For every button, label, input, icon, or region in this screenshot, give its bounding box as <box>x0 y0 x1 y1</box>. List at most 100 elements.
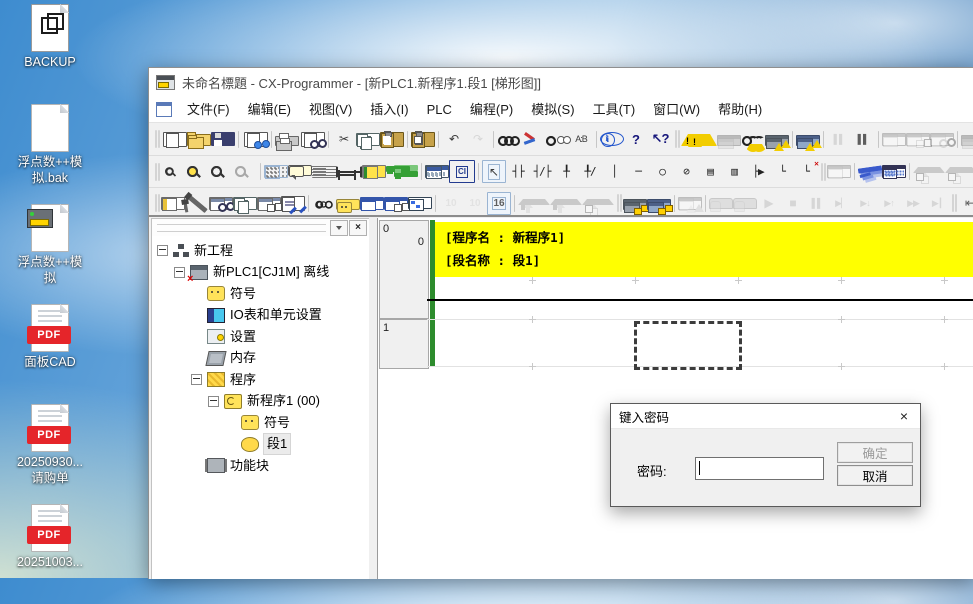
view-window-3-icon[interactable] <box>930 133 954 146</box>
menu-item[interactable]: PLC <box>418 97 461 122</box>
io-multipoint-icon[interactable] <box>408 197 432 209</box>
properties-icon[interactable] <box>281 196 305 211</box>
instruction-icon[interactable]: ▤ <box>698 160 722 183</box>
menu-item[interactable]: 文件(F) <box>178 97 239 122</box>
mnemonics-view-icon[interactable] <box>386 166 410 172</box>
cut-icon[interactable]: ✂ <box>332 128 356 151</box>
stop-icon[interactable]: ■ <box>781 192 805 215</box>
rung-annotation-icon[interactable] <box>312 165 336 178</box>
tree-item-programs[interactable]: 程序 <box>152 369 369 391</box>
tree-item-new-plc1[interactable]: 新PLC1[CJ1M] 离线 <box>152 262 369 284</box>
print-icon[interactable] <box>275 136 299 146</box>
pause-at-start-icon[interactable] <box>709 198 733 209</box>
menu-item[interactable]: 窗口(W) <box>644 97 709 122</box>
tree-item-settings[interactable]: 设置 <box>152 326 369 348</box>
build-icon[interactable] <box>186 193 208 212</box>
view-window-2-icon[interactable] <box>906 133 930 146</box>
find-icon[interactable] <box>497 132 521 147</box>
sim-window-icon[interactable] <box>678 197 702 210</box>
paste-icon[interactable] <box>380 132 404 147</box>
cancel-button[interactable]: 取消 <box>837 465 913 486</box>
ladder-column-icon[interactable] <box>362 165 386 178</box>
zoom-fit-icon[interactable] <box>233 164 257 179</box>
redo-icon[interactable]: ↷ <box>466 128 490 151</box>
panel-menu-button[interactable] <box>330 220 348 236</box>
pause-icon[interactable]: ▌▌ <box>851 128 875 151</box>
contact-no-icon[interactable]: ┤├ <box>506 160 530 183</box>
view-window-1-icon[interactable] <box>882 133 906 146</box>
panel-close-button[interactable]: × <box>349 220 367 236</box>
rung-comment-block[interactable]: [程序名 : 新程序1] [段名称 : 段1] <box>435 222 973 277</box>
run-icon[interactable]: ▶ <box>757 192 781 215</box>
plc-error-icon[interactable] <box>765 135 789 146</box>
step-run-icon[interactable]: ▶▏ <box>829 192 853 215</box>
horizontal-line-icon[interactable]: ─ <box>626 160 650 183</box>
desktop-icon-20251003[interactable]: PDF 20251003... <box>4 504 96 604</box>
select-mode-icon[interactable]: ↖ <box>482 160 506 183</box>
tree-item-io-table[interactable]: IO表和单元设置 <box>152 305 369 327</box>
step-into-icon[interactable]: ▶↓ <box>853 192 877 215</box>
pause-sim-icon[interactable]: ▌▌ <box>805 192 829 215</box>
close-icon[interactable]: × <box>896 409 912 423</box>
open-file-icon[interactable] <box>187 134 211 146</box>
ok-button[interactable]: 确定 <box>837 442 913 463</box>
compile-program-icon[interactable] <box>244 132 268 147</box>
tree-item-function-blocks[interactable]: 功能块 <box>152 455 369 477</box>
send-changes-icon[interactable] <box>858 165 882 173</box>
tree-item-new-program1[interactable]: 新程序1 (00) <box>152 391 369 413</box>
transfer-symbol-2-icon[interactable] <box>945 166 973 173</box>
validate-error-icon[interactable] <box>681 133 717 146</box>
rung-1-margin[interactable]: 1 <box>379 319 429 369</box>
menu-item[interactable]: 编程(P) <box>461 97 522 122</box>
online-edit-icon[interactable] <box>827 165 851 178</box>
simulator-online-icon[interactable] <box>647 199 671 210</box>
option-1-icon[interactable] <box>961 135 973 146</box>
expander-icon[interactable] <box>208 396 219 407</box>
undo-icon[interactable]: ↶ <box>442 128 466 151</box>
monitor-window-icon[interactable] <box>360 197 384 210</box>
menu-item[interactable]: 工具(T) <box>584 97 645 122</box>
grid-toggle-icon[interactable] <box>264 165 288 178</box>
ladder-editor[interactable]: 0 0 1 [程序名 : 新程序1] [段名称 : 段1] <box>377 218 973 579</box>
local-window-icon[interactable] <box>257 197 281 210</box>
pause-monitor-icon[interactable]: ▌▌ <box>827 128 851 151</box>
address-reference-icon[interactable] <box>336 199 360 210</box>
find-error-icon[interactable] <box>741 132 765 147</box>
tree-item-new-project[interactable]: 新工程 <box>152 240 369 262</box>
rung-comment-icon[interactable] <box>288 165 312 176</box>
fb-invocation-icon[interactable]: ├▶ <box>746 160 770 183</box>
paste-special-icon[interactable] <box>411 132 435 147</box>
help-icon[interactable]: ? <box>624 128 648 151</box>
desktop-icon-float-bak[interactable]: 浮点数++模 拟.bak <box>4 104 96 204</box>
watch-window-icon[interactable] <box>209 197 233 210</box>
tree-item-memory[interactable]: 内存 <box>152 348 369 370</box>
force-set-icon[interactable] <box>518 198 550 205</box>
panel-grip[interactable] <box>157 224 326 232</box>
new-file-icon[interactable] <box>163 132 187 147</box>
password-input[interactable] <box>696 458 823 479</box>
expander-icon[interactable] <box>174 267 185 278</box>
signed-decimal-icon[interactable]: 10 <box>463 192 487 215</box>
hex-monitor-icon[interactable]: 16 <box>487 192 511 215</box>
decimal-monitor-icon[interactable]: 10 <box>439 192 463 215</box>
menu-item[interactable]: 视图(V) <box>300 97 361 122</box>
coil-icon[interactable]: ○ <box>650 160 674 183</box>
pane-splitter[interactable] <box>369 217 377 579</box>
closed-coil-icon[interactable]: ⊘ <box>674 160 698 183</box>
desktop-icon-panel-cad[interactable]: PDF 面板CAD <box>4 304 96 404</box>
print-preview-icon[interactable] <box>301 132 325 147</box>
work-online-icon[interactable] <box>623 199 647 210</box>
menu-item[interactable]: 模拟(S) <box>522 97 583 122</box>
desktop-icon-float-project[interactable]: 浮点数++模 拟 <box>4 204 96 304</box>
find-symbol-icon[interactable] <box>545 132 569 147</box>
delete-line-icon[interactable]: └ <box>794 160 818 183</box>
cross-reference-icon[interactable] <box>233 197 257 210</box>
context-help-icon[interactable]: ↖? <box>648 128 672 151</box>
substitute-icon[interactable]: A:B <box>569 128 593 151</box>
transfer-symbol-1-icon[interactable] <box>913 166 945 173</box>
rung-0-margin[interactable]: 0 0 <box>379 220 429 319</box>
review-changes-icon[interactable] <box>882 165 906 178</box>
force-reset-icon[interactable] <box>550 198 582 205</box>
rung-width-icon[interactable] <box>336 166 362 178</box>
zoom-out-icon[interactable] <box>209 164 233 179</box>
